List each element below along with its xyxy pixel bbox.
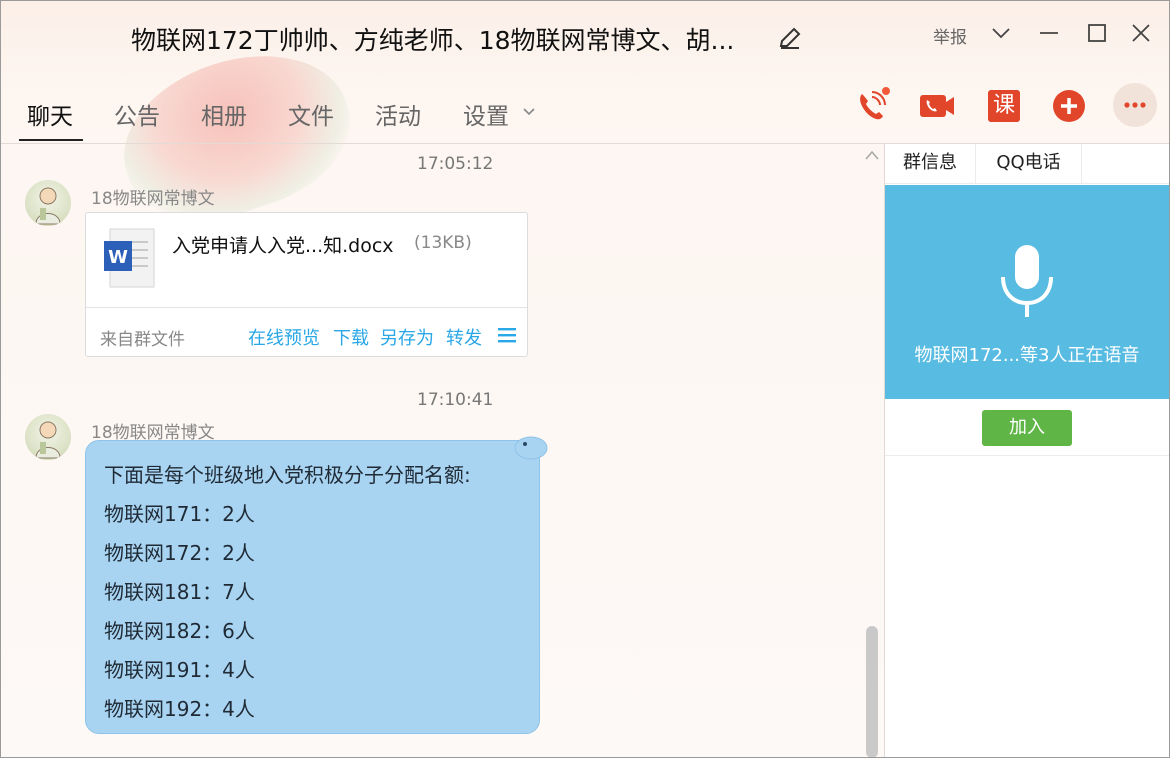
save-as-link[interactable]: 另存为 (380, 324, 434, 350)
close-icon[interactable] (1129, 21, 1153, 45)
chat-message-list: 17:05:12 18物联网常博文 W 入党申请人入党...知.docx (13… (1, 144, 883, 757)
edit-icon[interactable] (777, 25, 803, 51)
word-document-icon: W (104, 227, 156, 289)
tab-settings[interactable]: 设置 (463, 97, 509, 131)
more-icon[interactable] (1113, 83, 1157, 127)
voice-status-text: 物联网172...等3人正在语音 (914, 345, 1140, 366)
file-source: 来自群文件 (100, 330, 185, 350)
tab-activity[interactable]: 活动 (375, 97, 421, 131)
window-title: 物联网172丁帅帅、方纯老师、18物联网常博文、胡... (131, 26, 735, 55)
plus-icon[interactable] (1050, 87, 1088, 125)
minimize-icon[interactable] (1037, 21, 1061, 45)
file-card-divider (86, 307, 527, 308)
message-line: 物联网182：6人 (104, 619, 255, 643)
active-tab-underline (19, 139, 83, 141)
avatar[interactable] (25, 414, 71, 460)
bubble-decoration-icon (509, 434, 549, 464)
message-line: 物联网181：7人 (104, 580, 255, 604)
tab-announcement[interactable]: 公告 (114, 97, 160, 131)
settings-chevron-down-icon[interactable] (521, 103, 537, 119)
preview-online-link[interactable]: 在线预览 (248, 324, 320, 350)
message-line: 物联网171：2人 (104, 502, 255, 526)
message-line: 物联网192：4人 (104, 697, 255, 721)
text-message-bubble[interactable]: 下面是每个班级地入党积极分子分配名额: 物联网171：2人 物联网172：2人 … (85, 440, 540, 734)
file-message-card[interactable]: W 入党申请人入党...知.docx (13KB) 来自群文件 在线预览 下载 … (85, 212, 528, 357)
panel-tabs: 群信息 QQ电话 (885, 144, 1169, 184)
scroll-up-icon[interactable] (864, 146, 880, 160)
message-line: 物联网191：4人 (104, 658, 255, 682)
message-line: 物联网172：2人 (104, 541, 255, 565)
chevron-down-icon[interactable] (989, 21, 1013, 45)
tab-group-info[interactable]: 群信息 (885, 144, 976, 184)
title-bar: 物联网172丁帅帅、方纯老师、18物联网常博文、胡... 举报 (1, 1, 1169, 71)
join-call-button[interactable]: 加入 (982, 410, 1072, 446)
right-panel: 群信息 QQ电话 物联网172...等3人正在语音 加入 (884, 144, 1169, 757)
report-button[interactable]: 举报 (933, 23, 967, 48)
message-timestamp: 17:05:12 (417, 154, 494, 174)
avatar[interactable] (25, 180, 71, 226)
qq-group-chat-window: 物联网172丁帅帅、方纯老师、18物联网常博文、胡... 举报 聊天 公告 相册… (0, 0, 1170, 758)
microphone-icon (995, 241, 1059, 325)
file-size: (13KB) (414, 233, 472, 253)
tab-chat[interactable]: 聊天 (27, 97, 73, 131)
phone-call-icon[interactable] (853, 87, 891, 125)
file-name[interactable]: 入党申请人入党...知.docx (172, 231, 394, 258)
tab-album[interactable]: 相册 (201, 97, 247, 131)
panel-divider (885, 455, 1169, 456)
tab-qq-call[interactable]: QQ电话 (976, 144, 1082, 184)
svg-text:W: W (108, 247, 128, 268)
menu-icon[interactable] (498, 327, 516, 343)
sender-name: 18物联网常博文 (91, 189, 215, 209)
course-label: 课 (992, 93, 1015, 118)
download-link[interactable]: 下载 (333, 324, 369, 350)
message-timestamp: 17:10:41 (417, 390, 494, 410)
tab-files[interactable]: 文件 (288, 97, 334, 131)
nav-tabs: 聊天 公告 相册 文件 活动 设置 (1, 85, 841, 143)
chat-scrollbar[interactable] (866, 626, 878, 757)
video-call-icon[interactable] (918, 87, 956, 125)
maximize-icon[interactable] (1085, 21, 1109, 45)
voice-call-area: 物联网172...等3人正在语音 (885, 185, 1169, 399)
forward-link[interactable]: 转发 (446, 324, 482, 350)
message-line: 下面是每个班级地入党积极分子分配名额: (104, 463, 471, 487)
